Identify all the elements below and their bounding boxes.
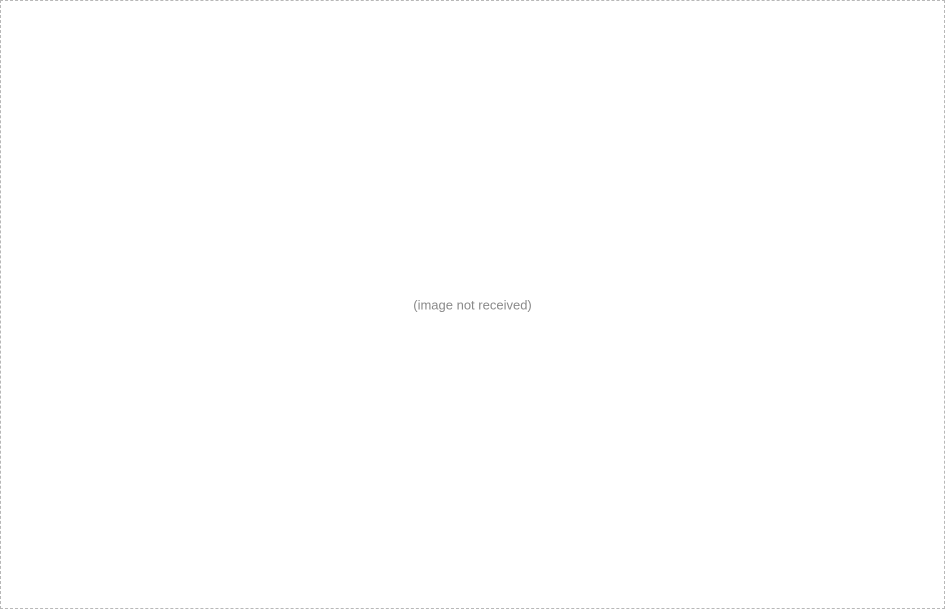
screenshot-frame: (image not received) xyxy=(0,0,945,609)
placeholder-note: (image not received) xyxy=(413,297,532,312)
